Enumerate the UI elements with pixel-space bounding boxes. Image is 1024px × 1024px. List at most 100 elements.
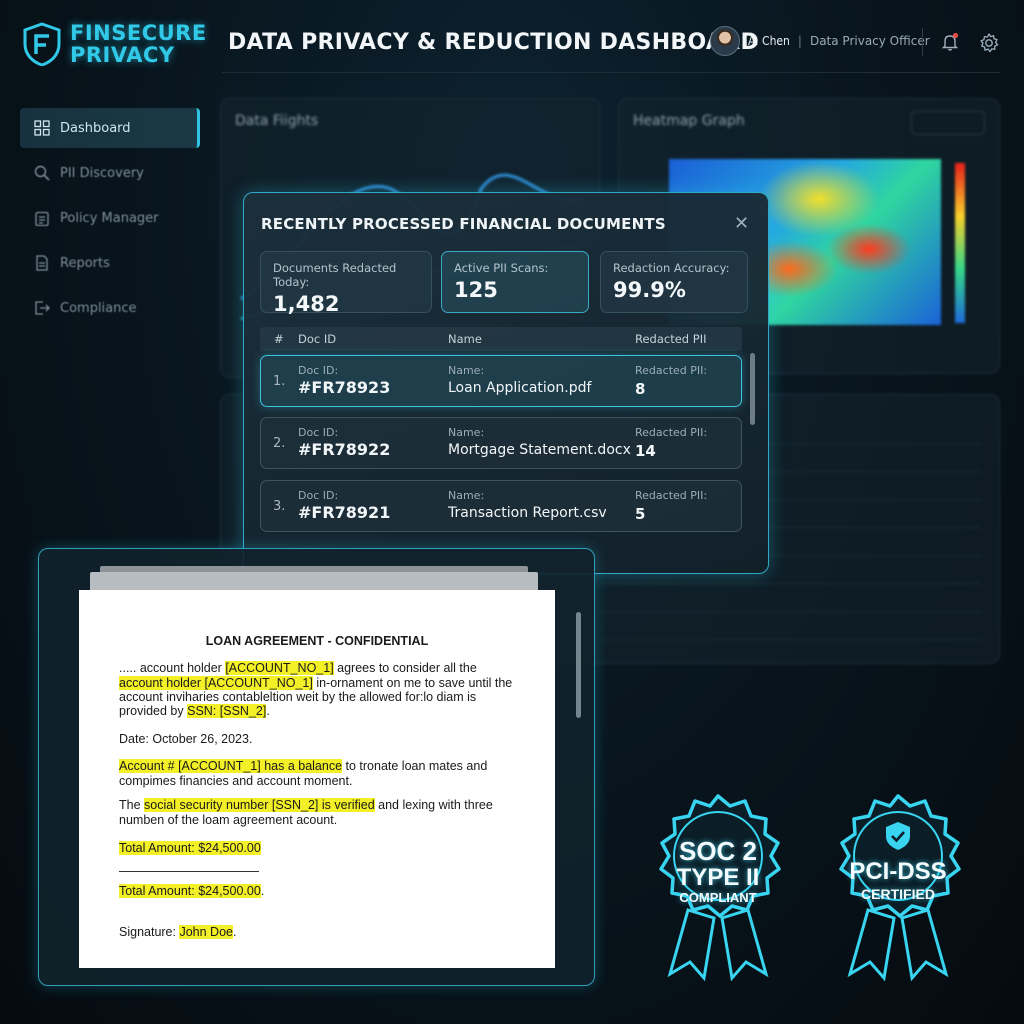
sidebar-item-label: Policy Manager xyxy=(60,210,159,226)
user-separator: | xyxy=(797,34,802,48)
sidebar-item-pii-discovery[interactable]: PII Discovery xyxy=(20,153,200,193)
doc-id: #FR78923 xyxy=(298,378,391,397)
search-icon xyxy=(34,165,50,181)
sidebar: Dashboard PII Discovery Policy Manager R… xyxy=(20,108,200,333)
badge-line-3: COMPLIANT xyxy=(679,890,757,905)
text-run: . xyxy=(266,704,270,718)
badge-line-1: PCI-DSS xyxy=(849,858,947,885)
doc-id: #FR78922 xyxy=(298,440,391,459)
sidebar-item-label: Compliance xyxy=(60,300,137,316)
document-line: account holder [ACCOUNT_NO_1] in-ornamen… xyxy=(119,676,512,691)
document-line: numben of the loam agreement acount. xyxy=(119,813,338,827)
doc-id-label: Doc ID: xyxy=(298,364,339,377)
gear-icon[interactable] xyxy=(978,32,1000,54)
column-header-redacted-pii: Redacted PII xyxy=(635,332,707,346)
table-row[interactable]: 1. Doc ID: #FR78923 Name: Loan Applicati… xyxy=(260,355,742,407)
redaction-highlight: John Doe xyxy=(179,925,233,939)
document-heading: LOAN AGREEMENT - CONFIDENTIAL xyxy=(205,634,429,648)
sidebar-item-dashboard[interactable]: Dashboard xyxy=(20,108,200,148)
stat-label: Active PII Scans: xyxy=(454,261,549,275)
text-run: and lexing with three xyxy=(374,798,493,812)
redaction-highlight: Total Amount: $24,500.00 xyxy=(119,884,261,898)
document-line: ..... account holder [ACCOUNT_NO_1] agre… xyxy=(119,661,477,676)
close-icon[interactable]: ✕ xyxy=(734,215,749,233)
text-run: Signature: xyxy=(119,925,180,939)
pii-label: Redacted PII: xyxy=(635,426,708,439)
header-divider xyxy=(922,28,923,56)
row-number: 3. xyxy=(273,499,286,514)
doc-id-label: Doc ID: xyxy=(298,426,339,439)
table-rule xyxy=(601,611,981,612)
table-header: # Doc ID Name Redacted PII xyxy=(260,327,742,351)
page-title: DATA PRIVACY & REDUCTION DASHBOARD xyxy=(228,30,760,55)
document-scrollbar[interactable] xyxy=(576,612,581,718)
doc-name: Mortgage Statement.docx xyxy=(448,442,631,458)
modal-title: RECENTLY PROCESSED FINANCIAL DOCUMENTS xyxy=(261,215,666,233)
row-number: 2. xyxy=(273,436,286,451)
stat-label: Redaction Accuracy: xyxy=(613,261,730,275)
column-header-doc-id: Doc ID xyxy=(298,332,337,346)
sidebar-item-policy-manager[interactable]: Policy Manager xyxy=(20,198,200,238)
clipboard-icon xyxy=(35,211,49,226)
text-run: . xyxy=(260,884,265,898)
avatar[interactable] xyxy=(710,26,740,56)
heatmap-legend-bar xyxy=(955,163,965,323)
stat-card-documents-redacted: Documents Redacted Today: 1,482 xyxy=(260,251,432,316)
grid-icon xyxy=(34,120,50,136)
text-run: provided by xyxy=(119,704,188,718)
soc2-badge: SOC 2 TYPE II COMPLIANT xyxy=(648,792,788,982)
pii-count: 8 xyxy=(635,380,646,398)
document-icon xyxy=(36,255,48,271)
bell-icon[interactable] xyxy=(940,32,960,52)
page-stack-middle xyxy=(90,572,538,592)
shield-logo-icon xyxy=(23,22,61,66)
top-bar: FINSECURE PRIVACY DATA PRIVACY & REDUCTI… xyxy=(0,0,1024,86)
user-role: Data Privacy Officer xyxy=(809,34,930,48)
text-run: ..... account holder xyxy=(119,661,226,675)
document-total: Total Amount: $24,500.00 xyxy=(119,841,261,856)
text-run: agrees to consider all the xyxy=(333,661,477,675)
document-total: Total Amount: $24,500.00. xyxy=(119,884,264,899)
pii-label: Redacted PII: xyxy=(635,364,708,377)
redaction-highlight: [ACCOUNT_NO_1] xyxy=(225,661,334,675)
redaction-highlight: account holder [ACCOUNT_NO_1] xyxy=(119,676,313,690)
sidebar-item-label: Dashboard xyxy=(60,120,131,136)
pii-count: 14 xyxy=(635,442,656,460)
brand-line-1: FINSECURE xyxy=(70,21,207,45)
pii-count: 5 xyxy=(635,505,646,523)
recent-documents-modal: RECENTLY PROCESSED FINANCIAL DOCUMENTS ✕… xyxy=(243,192,769,574)
document-date: Date: October 26, 2023. xyxy=(119,732,253,746)
pii-label: Redacted PII: xyxy=(635,489,708,502)
sidebar-item-compliance[interactable]: Compliance xyxy=(20,288,200,328)
stat-value: 1,482 xyxy=(273,292,340,316)
name-label: Name: xyxy=(448,489,485,502)
user-profile[interactable]: A. Chen | Data Privacy Officer xyxy=(710,26,930,56)
document-page: LOAN AGREEMENT - CONFIDENTIAL ..... acco… xyxy=(79,590,555,968)
doc-name: Loan Application.pdf xyxy=(448,380,592,396)
table-row[interactable]: 3. Doc ID: #FR78921 Name: Transaction Re… xyxy=(260,480,742,532)
document-line: compimes financies and account moment. xyxy=(119,774,353,788)
text-run: to tronate loan mates and xyxy=(342,759,488,773)
stat-card-active-scans: Active PII Scans: 125 xyxy=(441,251,589,313)
sidebar-item-label: Reports xyxy=(60,255,110,271)
document-signature: Signature: John Doe. xyxy=(119,925,236,940)
sidebar-item-reports[interactable]: Reports xyxy=(20,243,200,283)
stat-card-redaction-accuracy: Redaction Accuracy: 99.9% xyxy=(600,251,748,313)
stat-value: 99.9% xyxy=(613,278,686,302)
text-run: in-ornament on me to save until the xyxy=(312,676,513,690)
badge-line-2: TYPE II xyxy=(676,864,760,891)
panel-title: Data Fiights xyxy=(235,113,319,129)
brand-logo[interactable]: FINSECURE PRIVACY xyxy=(22,22,207,66)
brand-line-2: PRIVACY xyxy=(70,43,175,67)
table-scrollbar[interactable] xyxy=(750,353,755,425)
document-line: account inviharies contableltion weit by… xyxy=(119,690,477,704)
table-row[interactable]: 2. Doc ID: #FR78922 Name: Mortgage State… xyxy=(260,417,742,469)
document-line: Account # [ACCOUNT_1] has a balance to t… xyxy=(119,759,487,774)
pci-dss-badge: PCI-DSS CERTIFIED xyxy=(828,792,968,982)
heatmap-filter-dropdown[interactable] xyxy=(911,111,985,135)
user-name: A. Chen xyxy=(748,34,790,48)
doc-id: #FR78921 xyxy=(298,503,391,522)
column-header-name: Name xyxy=(448,332,482,346)
doc-name: Transaction Report.csv xyxy=(448,505,607,521)
redaction-highlight: Account # [ACCOUNT_1] has a balance xyxy=(119,759,343,773)
